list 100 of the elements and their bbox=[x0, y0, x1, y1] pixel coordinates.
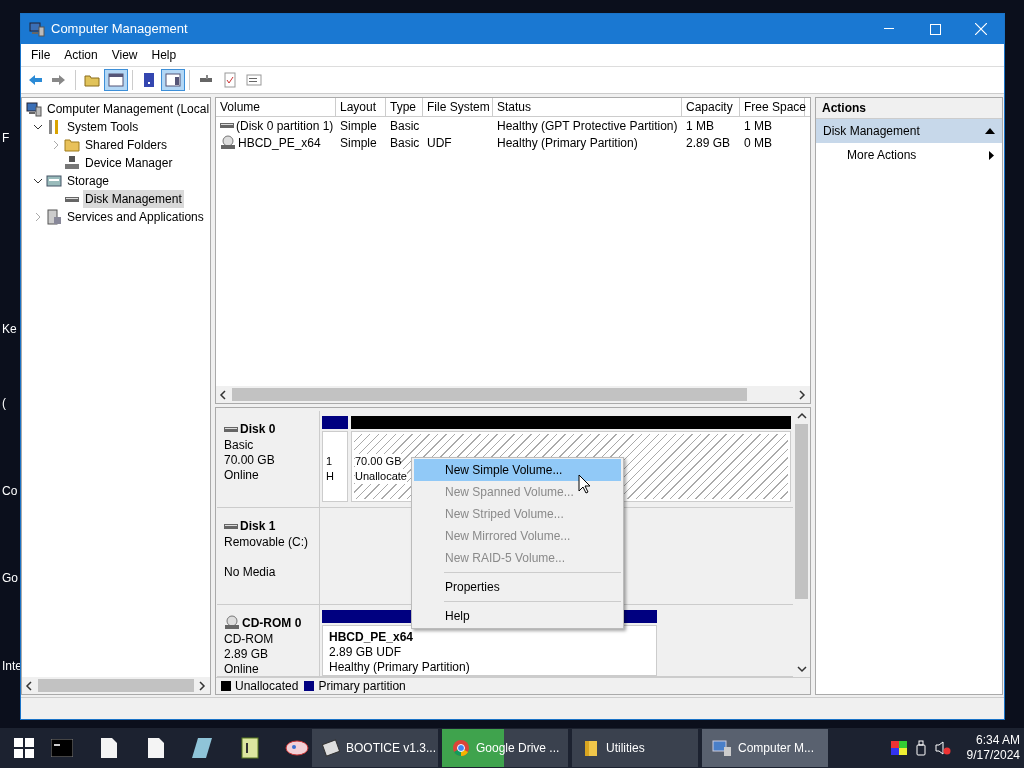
menu-item[interactable]: View bbox=[104, 46, 145, 64]
partition-text: 2.89 GB UDF bbox=[329, 645, 403, 660]
document-icon[interactable] bbox=[147, 738, 164, 758]
disk-name: Disk 0 bbox=[240, 421, 276, 438]
partition-box[interactable]: HBCD_PE_x64 2.89 GB UDF Healthy (Primary Partition) bbox=[322, 625, 657, 676]
partition-bar bbox=[322, 416, 348, 429]
drive-icon bbox=[65, 196, 79, 202]
actions-section-title: Disk Management bbox=[823, 123, 920, 140]
table-cell-text: Healthy (Primary Partition) bbox=[497, 134, 638, 152]
computer-icon bbox=[29, 21, 45, 37]
column-header[interactable]: Free Space bbox=[740, 98, 805, 116]
folder-icon bbox=[64, 137, 80, 153]
drive-icon bbox=[220, 123, 234, 128]
drive-icon bbox=[224, 523, 238, 529]
horizontal-scrollbar[interactable] bbox=[216, 386, 810, 403]
folder-icon bbox=[582, 739, 600, 757]
clock-date: 9/17/2024 bbox=[966, 748, 1020, 763]
clock[interactable]: 6:34 AM 9/17/2024 bbox=[966, 733, 1020, 763]
menu-item[interactable]: Help bbox=[144, 46, 184, 64]
disk-info: Removable (C:) bbox=[224, 535, 310, 550]
tree-item[interactable]: Services and Applications bbox=[65, 208, 206, 226]
drive-icon bbox=[224, 426, 238, 432]
disk-name: Disk 1 bbox=[240, 518, 276, 535]
storage-icon bbox=[46, 173, 62, 189]
partition-text: Unallocate bbox=[355, 469, 407, 484]
partition-box[interactable]: 1 H bbox=[322, 431, 348, 502]
context-menu-item[interactable]: Properties bbox=[414, 576, 621, 598]
taskbar-button[interactable]: BOOTICE v1.3... bbox=[312, 729, 438, 767]
table-cell-text: HBCD_PE_x64 bbox=[238, 134, 321, 152]
collapse-chevron-icon[interactable] bbox=[33, 122, 43, 132]
context-menu-item[interactable]: New Simple Volume... bbox=[414, 459, 621, 481]
cd-drive-icon bbox=[224, 615, 240, 631]
disk-info: 2.89 GB bbox=[224, 647, 270, 662]
notepad-icon[interactable] bbox=[240, 737, 259, 759]
disk-info: 70.00 GB bbox=[224, 453, 276, 468]
context-menu-item[interactable]: Help bbox=[414, 605, 621, 627]
document-icon[interactable] bbox=[100, 738, 117, 758]
column-header[interactable]: Volume bbox=[216, 98, 336, 116]
computer-icon bbox=[712, 739, 732, 757]
column-header[interactable]: Capacity bbox=[682, 98, 740, 116]
table-cell-text: 2.89 GB bbox=[686, 134, 731, 152]
partition-text: 1 bbox=[326, 454, 333, 469]
action-pane-icon[interactable] bbox=[161, 69, 185, 91]
taskbar-button[interactable]: Google Drive ... bbox=[442, 729, 568, 767]
column-header[interactable]: Type bbox=[386, 98, 423, 116]
start-windows-icon[interactable] bbox=[14, 738, 34, 758]
maximize-icon bbox=[929, 23, 941, 35]
disk-info: Basic bbox=[224, 438, 255, 453]
services-icon bbox=[46, 209, 62, 225]
cd-drive-icon bbox=[220, 134, 236, 151]
submenu-arrow-icon bbox=[989, 150, 994, 160]
legend-label: Unallocated bbox=[235, 678, 299, 695]
device-icon bbox=[64, 155, 80, 171]
collapse-chevron-icon[interactable] bbox=[33, 176, 43, 186]
horizontal-scrollbar[interactable] bbox=[22, 677, 210, 694]
menu-item[interactable]: File bbox=[24, 46, 58, 64]
color-display-icon[interactable] bbox=[890, 741, 907, 755]
desktop-icon-label[interactable]: F bbox=[2, 129, 10, 147]
taskbar-button[interactable]: Utilities bbox=[572, 729, 698, 767]
column-header[interactable]: Status bbox=[493, 98, 682, 116]
muted-speaker-icon[interactable] bbox=[934, 740, 951, 756]
tree-item[interactable]: Computer Management (Local bbox=[45, 100, 210, 118]
table-cell-text: 1 MB bbox=[686, 117, 714, 135]
partition-text: HBCD_PE_x64 bbox=[329, 630, 415, 645]
partition-text: Healthy (Primary Partition) bbox=[329, 660, 471, 675]
desktop-icon-label[interactable]: ( bbox=[2, 394, 6, 412]
disk-info: No Media bbox=[224, 565, 277, 580]
table-cell-text: 0 MB bbox=[744, 134, 772, 152]
tree-item[interactable]: Device Manager bbox=[83, 154, 175, 172]
tree-item[interactable]: Storage bbox=[65, 172, 112, 190]
chrome-icon bbox=[452, 739, 470, 757]
usb-drive-icon[interactable] bbox=[914, 740, 927, 756]
tree-item[interactable]: Shared Folders bbox=[83, 136, 170, 154]
table-cell-text: 1 MB bbox=[744, 117, 772, 135]
column-header[interactable]: File System bbox=[423, 98, 493, 116]
menu-item[interactable]: Action bbox=[57, 46, 105, 64]
disk-info: Online bbox=[224, 662, 260, 677]
tree-item[interactable]: Disk Management bbox=[83, 190, 184, 208]
console-tree-icon[interactable] bbox=[104, 69, 128, 91]
disk-info: CD-ROM bbox=[224, 632, 275, 647]
table-cell-text: Simple bbox=[340, 117, 377, 135]
minimize-icon bbox=[884, 28, 894, 30]
desktop-icon-label[interactable]: Ke bbox=[2, 320, 17, 338]
window-title: Computer Management bbox=[51, 20, 188, 39]
collapse-triangle-icon[interactable] bbox=[985, 128, 995, 134]
taskbar-button[interactable]: Computer M... bbox=[702, 729, 828, 767]
clock-time: 6:34 AM bbox=[975, 733, 1020, 748]
tree-item[interactable]: System Tools bbox=[65, 118, 141, 136]
terminal-icon[interactable] bbox=[50, 739, 73, 757]
computer-icon bbox=[26, 101, 42, 117]
actions-section-header[interactable]: Disk Management bbox=[816, 119, 1002, 143]
desktop-icon-label[interactable]: Co bbox=[2, 482, 18, 500]
legend-label: Primary partition bbox=[318, 678, 406, 695]
disk-info: Online bbox=[224, 468, 260, 483]
table-cell-text: Simple bbox=[340, 134, 377, 152]
desktop-icon-label[interactable]: Go bbox=[2, 569, 18, 587]
table-cell-text: UDF bbox=[427, 134, 452, 152]
action-link[interactable]: More Actions bbox=[816, 143, 1002, 167]
column-header[interactable]: Layout bbox=[336, 98, 386, 116]
disk-name: CD-ROM 0 bbox=[242, 615, 302, 632]
